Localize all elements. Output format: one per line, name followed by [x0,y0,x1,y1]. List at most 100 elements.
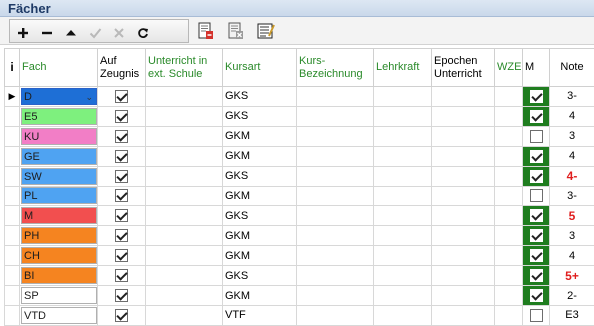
lehrkraft-cell[interactable] [373,205,432,227]
kurs-bezeichnung-cell[interactable] [296,285,374,306]
auf-zeugnis-checkbox[interactable] [115,249,128,263]
auf-zeugnis-checkbox[interactable] [115,129,128,143]
fach-cell[interactable]: PH [19,225,98,247]
unterricht-ext-cell[interactable] [145,285,223,306]
m-header[interactable]: M [522,48,550,87]
m-checkbox[interactable] [529,149,543,163]
kursart-cell[interactable]: GKS [222,265,297,287]
kursart-cell[interactable]: GKM [222,125,297,147]
m-cell[interactable] [522,125,550,147]
unterricht-ext-header[interactable]: Unterricht in ext. Schule [145,48,223,87]
table-row[interactable]: SP GKM 2- [4,285,594,306]
unterricht-ext-cell[interactable] [145,245,223,267]
note-cell[interactable]: 4 [549,145,594,167]
lehrkraft-header[interactable]: Lehrkraft [373,48,432,87]
kursart-header[interactable]: Kursart [222,48,297,87]
kursart-cell[interactable]: GKS [222,165,297,187]
auf-zeugnis-checkbox[interactable] [115,89,128,103]
fach-select[interactable]: BI [21,267,97,285]
unterricht-ext-cell[interactable] [145,205,223,227]
note-cell[interactable]: 3- [549,185,594,207]
auf-zeugnis-cell[interactable] [97,185,146,207]
m-checkbox[interactable] [529,129,543,143]
m-cell[interactable] [522,285,550,306]
auf-zeugnis-cell[interactable] [97,165,146,187]
wze-cell[interactable] [494,165,523,187]
wze-cell[interactable] [494,125,523,147]
wze-header[interactable]: WZE [494,48,523,87]
m-cell[interactable] [522,225,550,247]
kursart-cell[interactable]: GKS [222,105,297,127]
lehrkraft-cell[interactable] [373,86,432,107]
fach-select[interactable]: SW [21,167,97,185]
lehrkraft-cell[interactable] [373,185,432,207]
fach-cell[interactable]: VTD [19,304,98,326]
row-selector[interactable] [4,185,20,207]
m-checkbox[interactable] [529,308,543,322]
kursart-cell[interactable]: GKM [222,145,297,167]
m-checkbox[interactable] [529,269,543,283]
auf-zeugnis-cell[interactable] [97,265,146,287]
unterricht-ext-cell[interactable] [145,265,223,287]
auf-zeugnis-checkbox[interactable] [115,308,128,322]
kursart-cell[interactable]: GKM [222,225,297,247]
m-cell[interactable] [522,265,550,287]
lehrkraft-cell[interactable] [373,265,432,287]
note-cell[interactable]: 3- [549,86,594,107]
auf-zeugnis-checkbox[interactable] [115,209,128,223]
table-row[interactable]: SW GKS 4- [4,165,594,187]
wze-cell[interactable] [494,225,523,247]
fach-select[interactable]: CH [21,247,97,265]
lehrkraft-cell[interactable] [373,285,432,306]
unterricht-ext-cell[interactable] [145,145,223,167]
fach-select[interactable]: SP [21,287,97,305]
lehrkraft-cell[interactable] [373,105,432,127]
fach-cell[interactable]: CH [19,245,98,267]
refresh-button[interactable] [133,23,153,43]
unterricht-ext-cell[interactable] [145,105,223,127]
m-cell[interactable] [522,185,550,207]
row-selector[interactable] [4,304,20,326]
fach-select[interactable]: PH [21,227,97,245]
row-selector[interactable] [4,245,20,267]
auf-zeugnis-checkbox[interactable] [115,149,128,163]
m-cell[interactable] [522,105,550,127]
epochen-cell[interactable] [431,285,495,306]
note-cell[interactable]: 4 [549,245,594,267]
lehrkraft-cell[interactable] [373,145,432,167]
auf-zeugnis-header[interactable]: Auf Zeugnis [97,48,146,87]
note-cell[interactable]: 4 [549,105,594,127]
row-selector[interactable] [4,105,20,127]
cancel-button[interactable] [109,23,129,43]
m-checkbox[interactable] [529,209,543,223]
auf-zeugnis-checkbox[interactable] [115,109,128,123]
chevron-down-icon[interactable]: ⌄ [85,89,93,105]
fach-header[interactable]: Fach [19,48,98,87]
unterricht-ext-cell[interactable] [145,185,223,207]
fach-select[interactable]: KU [21,127,97,145]
row-selector[interactable] [4,205,20,227]
wze-cell[interactable] [494,145,523,167]
m-cell[interactable] [522,145,550,167]
row-selector[interactable] [4,125,20,147]
epochen-cell[interactable] [431,145,495,167]
table-row[interactable]: KU GKM 3 [4,125,594,147]
epochen-cell[interactable] [431,265,495,287]
kurs-bezeichnung-cell[interactable] [296,185,374,207]
row-selector[interactable] [4,165,20,187]
kursart-cell[interactable]: GKM [222,245,297,267]
table-row[interactable]: PL GKM 3- [4,185,594,207]
kurs-bezeichnung-cell[interactable] [296,245,374,267]
unterricht-ext-cell[interactable] [145,165,223,187]
auf-zeugnis-cell[interactable] [97,86,146,107]
wze-cell[interactable] [494,185,523,207]
kurs-bezeichnung-cell[interactable] [296,265,374,287]
note-cell[interactable]: E3 [549,304,594,326]
fach-cell[interactable]: D ⌄ [19,86,98,107]
note-cell[interactable]: 5 [549,205,594,227]
auf-zeugnis-cell[interactable] [97,225,146,247]
note-cell[interactable]: 4- [549,165,594,187]
kurs-bezeichnung-cell[interactable] [296,304,374,326]
m-checkbox[interactable] [529,229,543,243]
wze-cell[interactable] [494,285,523,306]
